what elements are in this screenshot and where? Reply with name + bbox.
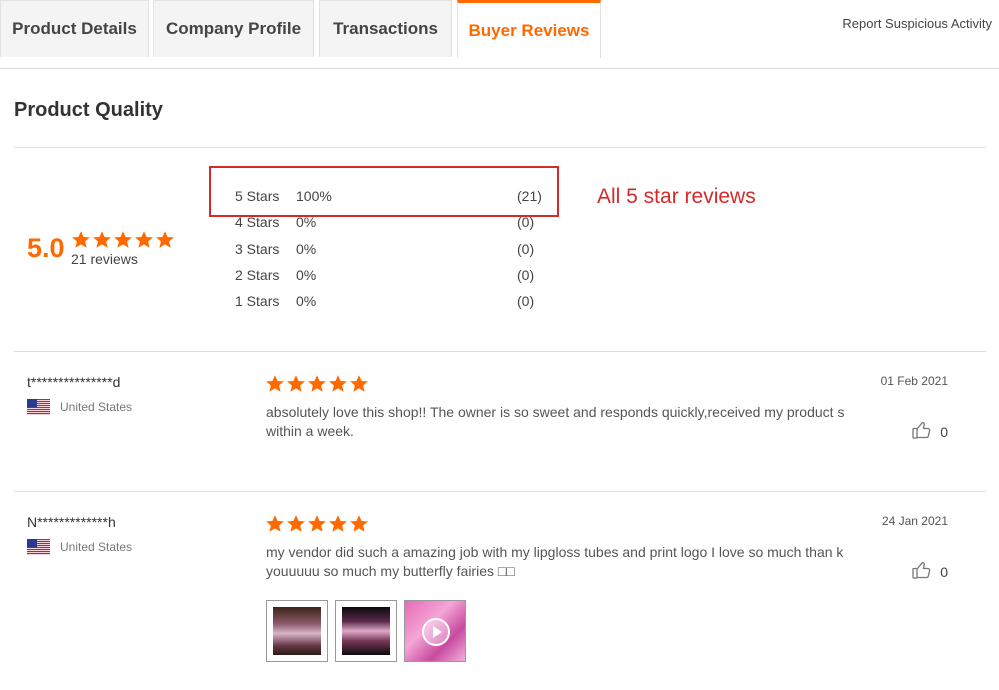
star-icon	[265, 374, 285, 394]
tab-buyer-reviews[interactable]: Buyer Reviews	[457, 0, 601, 58]
summary-star-rating	[71, 230, 175, 250]
breakdown-row-3: 3 Stars 0% (0)	[235, 241, 545, 261]
review-video-thumbnail[interactable]	[404, 600, 466, 662]
section-title: Product Quality	[14, 99, 163, 121]
star-icon	[286, 514, 306, 534]
tab-product-details[interactable]: Product Details	[0, 0, 149, 57]
reviewer-country: United States	[60, 540, 133, 554]
breakdown-percent: 0%	[296, 267, 317, 283]
star-icon	[92, 230, 112, 250]
star-icon	[265, 514, 285, 534]
star-icon	[113, 230, 133, 250]
thumbs-up-icon	[912, 421, 932, 442]
review-photos	[266, 600, 486, 662]
breakdown-row-1: 1 Stars 0% (0)	[235, 293, 545, 313]
breakdown-row-4: 4 Stars 0% (0)	[235, 214, 545, 234]
star-icon	[349, 514, 369, 534]
thumbs-up-icon	[912, 561, 932, 582]
breakdown-count: (0)	[517, 241, 535, 257]
review-star-rating	[265, 374, 369, 394]
annotation-text: All 5 star reviews	[597, 185, 756, 208]
helpful-count: 0	[940, 563, 948, 580]
star-icon	[328, 374, 348, 394]
breakdown-count: (0)	[517, 293, 535, 309]
tab-company-profile[interactable]: Company Profile	[153, 0, 314, 57]
review-date: 01 Feb 2021	[880, 374, 948, 388]
breakdown-percent: 0%	[296, 241, 317, 257]
review-item: t***************d United States 01 Feb 2…	[14, 352, 986, 491]
review-text: absolutely love this shop!! The owner is…	[266, 404, 845, 439]
review-star-rating	[265, 514, 369, 534]
star-icon	[155, 230, 175, 250]
star-icon	[349, 374, 369, 394]
star-icon	[307, 514, 327, 534]
reviewer-name: t***************d	[27, 374, 121, 390]
breakdown-percent: 0%	[296, 293, 317, 309]
helpful-button[interactable]: 0	[912, 561, 948, 582]
review-photo-thumbnail[interactable]	[266, 600, 328, 662]
review-text: my vendor did such a amazing job with my…	[266, 544, 844, 579]
reviewer-name: N*************h	[27, 514, 116, 530]
review-photo-thumbnail[interactable]	[335, 600, 397, 662]
average-score: 5.0	[27, 233, 65, 263]
breakdown-row-2: 2 Stars 0% (0)	[235, 267, 545, 287]
breakdown-label: 3 Stars	[235, 241, 280, 257]
tab-transactions[interactable]: Transactions	[319, 0, 452, 57]
breakdown-count: (0)	[517, 267, 535, 283]
us-flag-icon	[27, 399, 50, 415]
report-suspicious-activity-link[interactable]: Report Suspicious Activity	[842, 16, 992, 31]
play-icon	[422, 618, 450, 646]
tab-bar: Product Details Company Profile Transact…	[0, 0, 999, 69]
reviewer-country: United States	[60, 400, 133, 414]
helpful-button[interactable]: 0	[912, 421, 948, 442]
divider	[14, 147, 986, 148]
breakdown-label: 1 Stars	[235, 293, 280, 309]
helpful-count: 0	[940, 423, 948, 440]
star-icon	[134, 230, 154, 250]
breakdown-label: 2 Stars	[235, 267, 280, 283]
review-date: 24 Jan 2021	[881, 514, 948, 528]
review-item: N*************h United States 24 Jan 202…	[14, 492, 986, 682]
star-icon	[286, 374, 306, 394]
us-flag-icon	[27, 539, 50, 555]
star-icon	[328, 514, 348, 534]
highlight-box	[209, 166, 559, 217]
star-icon	[307, 374, 327, 394]
star-icon	[71, 230, 91, 250]
review-count: 21 reviews	[71, 251, 138, 267]
